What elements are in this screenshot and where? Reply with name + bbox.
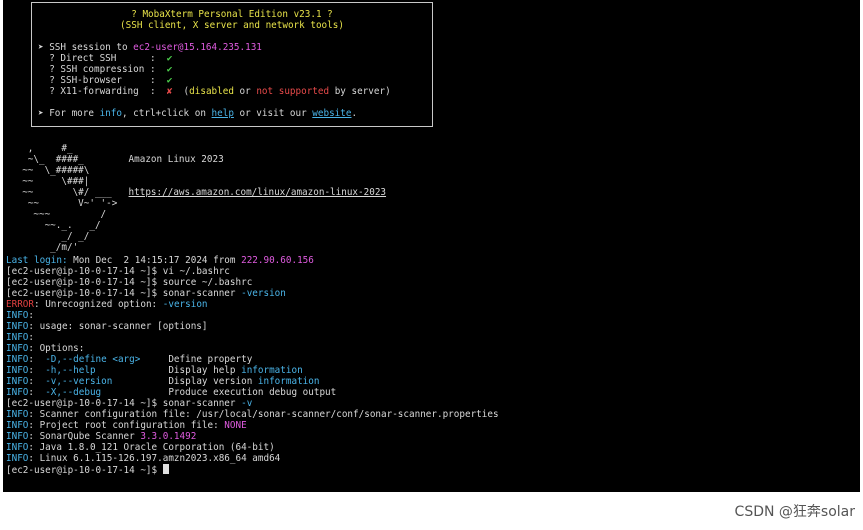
ascii-art-line: ~~._. _/ xyxy=(11,220,101,231)
ascii-art-line: _/m/' xyxy=(11,242,79,253)
ascii-art-line: ~~ \_#####\ xyxy=(11,165,90,176)
x11-forwarding-row: ? X11-forwarding : ✘ (disabled or not su… xyxy=(38,86,391,97)
more-info-line: ➤ For more info, ctrl+click on help or v… xyxy=(38,108,358,119)
help-link[interactable]: help xyxy=(212,108,234,119)
command-line: [ec2-user@ip-10-0-17-14 ~]$ source ~/.ba… xyxy=(6,277,253,288)
info-line: INFO: Project root configuration file: N… xyxy=(6,420,247,431)
check-icon: ✔ xyxy=(166,75,173,86)
website-link[interactable]: website xyxy=(312,108,351,119)
info-line: INFO: -v,--version Display version infor… xyxy=(6,376,320,387)
text-cursor xyxy=(162,464,169,474)
banner-subtitle: (SSH client, X server and network tools) xyxy=(120,20,344,31)
command-line: [ec2-user@ip-10-0-17-14 ~]$ sonar-scanne… xyxy=(6,288,286,299)
info-line: INFO: xyxy=(6,310,34,321)
info-line: INFO: -X,--debug Produce execution debug… xyxy=(6,387,337,398)
ascii-art-line: , #_ xyxy=(11,143,73,154)
last-login-line: Last login: Mon Dec 2 14:15:17 2024 from… xyxy=(6,255,314,266)
info-line: INFO: -h,--help Display help information xyxy=(6,365,303,376)
amazon-linux-url-line[interactable]: ~~ \#/ ___ https://aws.amazon.com/linux/… xyxy=(11,187,386,198)
ssh-session-line: ➤ SSH session to ec2-user@15.164.235.131 xyxy=(38,42,262,53)
info-line: INFO: Linux 6.1.115-126.197.amzn2023.x86… xyxy=(6,453,281,464)
ascii-art-line: ~~ \###| xyxy=(11,176,90,187)
terminal-window[interactable]: ? MobaXterm Personal Edition v23.1 ? (SS… xyxy=(3,0,860,492)
command-line: [ec2-user@ip-10-0-17-14 ~]$ sonar-scanne… xyxy=(6,398,253,409)
ascii-art-line: _/ _/ xyxy=(11,231,90,242)
info-link[interactable]: info xyxy=(100,108,122,119)
mobaxterm-banner: ? MobaXterm Personal Edition v23.1 ? (SS… xyxy=(31,2,433,127)
info-line: INFO: SonarQube Scanner 3.3.0.1492 xyxy=(6,431,197,442)
amazon-linux-url[interactable]: https://aws.amazon.com/linux/amazon-linu… xyxy=(129,187,386,198)
ssh-browser-row: ? SSH-browser : ✔ xyxy=(38,75,173,86)
error-line: ERROR: Unrecognized option: -version xyxy=(6,299,208,310)
ascii-art-line: ~~ V~' '-> xyxy=(11,198,118,209)
banner-title: ? MobaXterm Personal Edition v23.1 ? xyxy=(131,9,333,20)
info-line: INFO: xyxy=(6,332,34,343)
info-line: INFO: -D,--define <arg> Define property xyxy=(6,354,253,365)
check-icon: ✔ xyxy=(166,64,173,75)
ascii-art-line: ~\_ ####_ Amazon Linux 2023 xyxy=(11,154,224,165)
session-target: ec2-user@15.164.235.131 xyxy=(133,42,262,53)
active-prompt[interactable]: [ec2-user@ip-10-0-17-14 ~]$ xyxy=(6,464,169,476)
info-line: INFO: usage: sonar-scanner [options] xyxy=(6,321,208,332)
info-line: INFO: Java 1.8.0_121 Oracle Corporation … xyxy=(6,442,275,453)
csdn-watermark: CSDN @狂奔solar xyxy=(734,504,855,520)
info-line: INFO: Scanner configuration file: /usr/l… xyxy=(6,409,499,420)
check-icon: ✔ xyxy=(166,53,173,64)
ascii-art-line: ~~~ / xyxy=(11,209,107,220)
info-line: INFO: Options: xyxy=(6,343,85,354)
direct-ssh-row: ? Direct SSH : ✔ xyxy=(38,53,173,64)
command-line: [ec2-user@ip-10-0-17-14 ~]$ vi ~/.bashrc xyxy=(6,266,230,277)
ssh-compression-row: ? SSH compression : ✔ xyxy=(38,64,173,75)
